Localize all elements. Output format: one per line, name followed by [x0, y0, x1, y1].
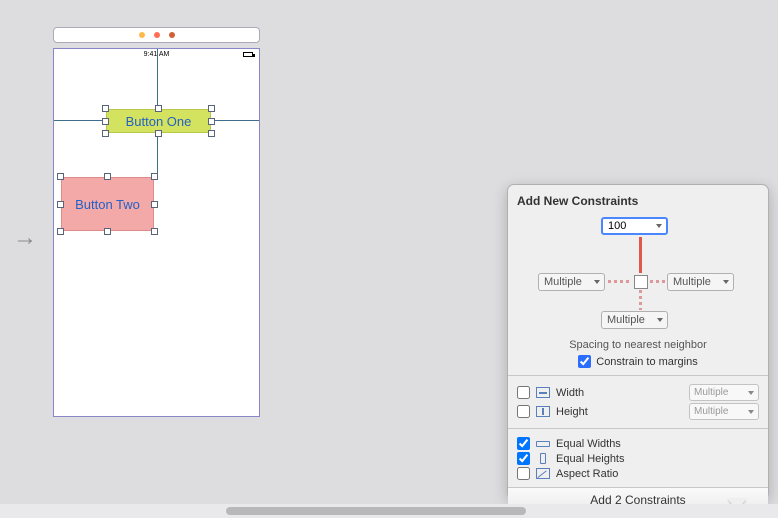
equal-widths-label: Equal Widths: [556, 438, 621, 450]
pin-left-strut[interactable]: [608, 280, 632, 283]
pin-top-strut[interactable]: [639, 237, 642, 273]
pin-top-value: 100: [608, 220, 626, 232]
chevron-down-icon: [657, 318, 663, 322]
button-two-label: Button Two: [75, 197, 140, 212]
constrain-margins-checkbox[interactable]: [578, 355, 591, 368]
pin-center-box: [634, 275, 648, 289]
pin-left-input[interactable]: Multiple: [538, 273, 605, 291]
button-two[interactable]: Button Two: [61, 177, 154, 231]
aspect-ratio-label: Aspect Ratio: [556, 468, 618, 480]
aspect-ratio-icon: [536, 468, 550, 479]
pin-constraints-popover: Add New Constraints 100 Multiple Multipl…: [507, 184, 769, 500]
pin-right-input[interactable]: Multiple: [667, 273, 734, 291]
equal-widths-checkbox[interactable]: [517, 437, 530, 450]
window-close-icon[interactable]: [139, 32, 145, 38]
pin-right-value: Multiple: [673, 276, 711, 288]
constrain-margins-label: Constrain to margins: [596, 356, 698, 368]
entry-arrow-icon: →: [13, 224, 37, 252]
height-value-combo[interactable]: Multiple: [689, 403, 759, 420]
horizontal-scrollbar[interactable]: [0, 504, 778, 518]
chevron-down-icon: [723, 280, 729, 284]
spacing-caption: Spacing to nearest neighbor: [517, 339, 759, 351]
divider: [508, 428, 768, 429]
width-checkbox[interactable]: [517, 386, 530, 399]
width-label: Width: [556, 387, 584, 399]
pin-top-input[interactable]: 100: [601, 217, 668, 235]
pin-cluster: 100 Multiple Multiple Multiple: [517, 217, 759, 339]
chevron-down-icon: [656, 224, 662, 228]
battery-icon: [243, 52, 253, 57]
height-checkbox[interactable]: [517, 405, 530, 418]
equal-widths-icon: [536, 438, 550, 449]
chevron-down-icon: [594, 280, 600, 284]
popover-title: Add New Constraints: [517, 194, 759, 208]
equal-heights-icon: [536, 453, 550, 464]
equal-heights-label: Equal Heights: [556, 453, 625, 465]
scrollbar-thumb[interactable]: [226, 507, 526, 515]
button-one[interactable]: Button One: [106, 109, 211, 133]
pin-bottom-strut[interactable]: [639, 290, 642, 310]
button-one-label: Button One: [126, 114, 192, 129]
ib-canvas[interactable]: 9:41 AM Button One Button Two: [53, 48, 260, 417]
device-titlebar: [53, 27, 260, 43]
chevron-down-icon: [748, 391, 754, 395]
width-value: Multiple: [694, 387, 728, 398]
width-value-combo[interactable]: Multiple: [689, 384, 759, 401]
height-icon: [536, 406, 550, 417]
chevron-down-icon: [748, 410, 754, 414]
divider: [508, 375, 768, 376]
pin-right-strut[interactable]: [650, 280, 665, 283]
pin-bottom-value: Multiple: [607, 314, 645, 326]
aspect-ratio-checkbox[interactable]: [517, 467, 530, 480]
equal-heights-checkbox[interactable]: [517, 452, 530, 465]
pin-left-value: Multiple: [544, 276, 582, 288]
height-label: Height: [556, 406, 588, 418]
width-icon: [536, 387, 550, 398]
height-value: Multiple: [694, 406, 728, 417]
window-zoom-icon[interactable]: [169, 32, 175, 38]
window-minimize-icon[interactable]: [154, 32, 160, 38]
pin-bottom-input[interactable]: Multiple: [601, 311, 668, 329]
